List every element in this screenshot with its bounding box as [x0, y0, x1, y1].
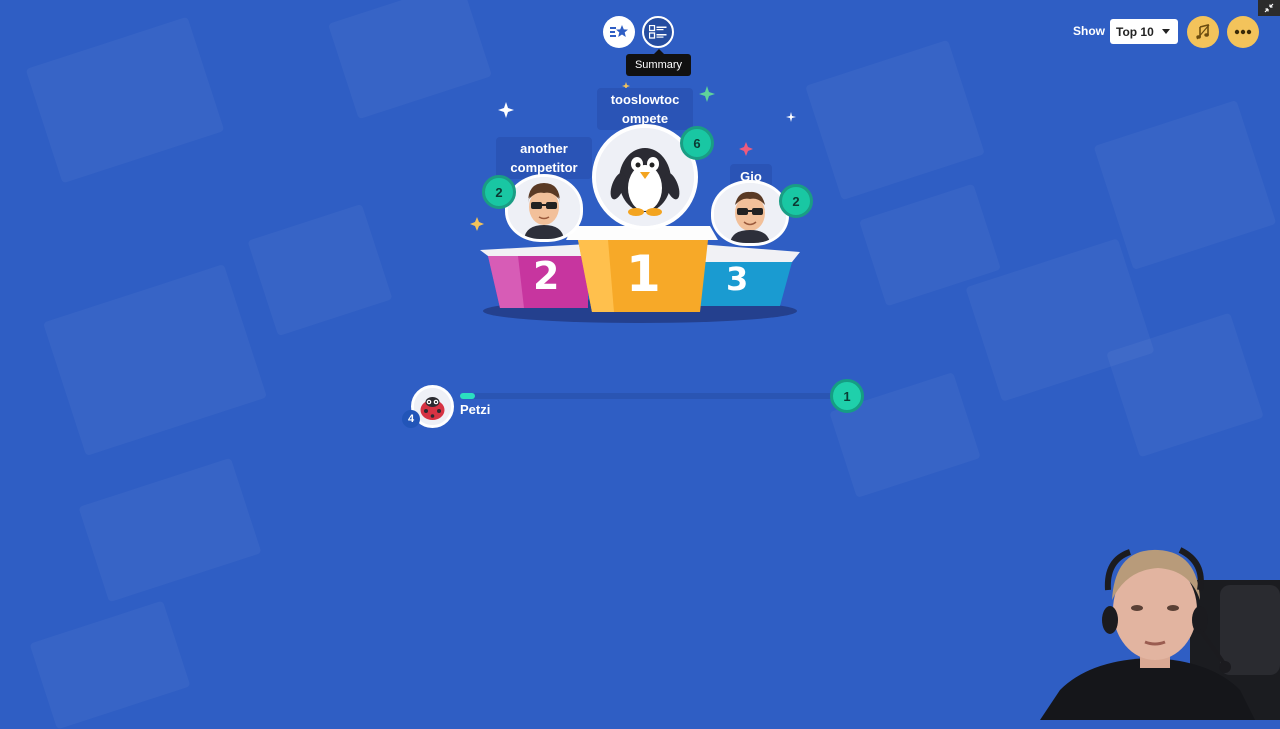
webcam-overlay: [1040, 530, 1280, 720]
podium-rank-3: 3: [726, 260, 749, 298]
background-shape: [43, 264, 267, 456]
collapse-icon: [1264, 3, 1274, 13]
second-place-avatar: [505, 174, 583, 242]
more-dots-icon: [1234, 29, 1252, 35]
second-place-name: another competitor: [496, 137, 592, 179]
progress-fill: [460, 393, 476, 399]
streamer-webcam-image: [1040, 547, 1280, 720]
more-options-button[interactable]: [1227, 16, 1259, 48]
collapse-button[interactable]: [1258, 0, 1280, 16]
podium-rank-1: 1: [626, 245, 661, 303]
sunglasses-guy-icon: [508, 177, 580, 239]
player-name: Petzi: [460, 402, 491, 417]
podium-rank-2: 2: [533, 254, 560, 298]
background-shape: [78, 457, 262, 603]
background-shape: [1093, 100, 1277, 270]
show-select-value: Top 10: [1116, 24, 1154, 39]
music-note-icon: [1196, 24, 1210, 40]
summary-tooltip: Summary: [626, 49, 691, 76]
show-label: Show: [1073, 24, 1105, 38]
sunglasses-guy-icon: [714, 183, 786, 243]
background-shape: [805, 39, 985, 201]
background-shape: [247, 203, 393, 337]
background-shape: [25, 16, 225, 184]
player-score-badge: 1: [830, 379, 864, 413]
third-place-avatar: [711, 180, 789, 246]
star-list-icon: [610, 25, 628, 37]
background-shape: [29, 600, 191, 729]
chevron-down-icon: [1162, 29, 1170, 34]
third-place-score: 2: [779, 184, 813, 218]
summary-table-icon: [649, 25, 667, 39]
progress-track: [460, 393, 845, 399]
first-place-score: 6: [680, 126, 714, 160]
show-count-select[interactable]: Top 10: [1110, 19, 1178, 44]
podium-view-button[interactable]: [603, 16, 635, 48]
summary-view-button[interactable]: [642, 16, 674, 48]
second-place-score: 2: [482, 175, 516, 209]
player-rank-badge: 4: [402, 410, 420, 428]
music-button[interactable]: [1187, 16, 1219, 48]
